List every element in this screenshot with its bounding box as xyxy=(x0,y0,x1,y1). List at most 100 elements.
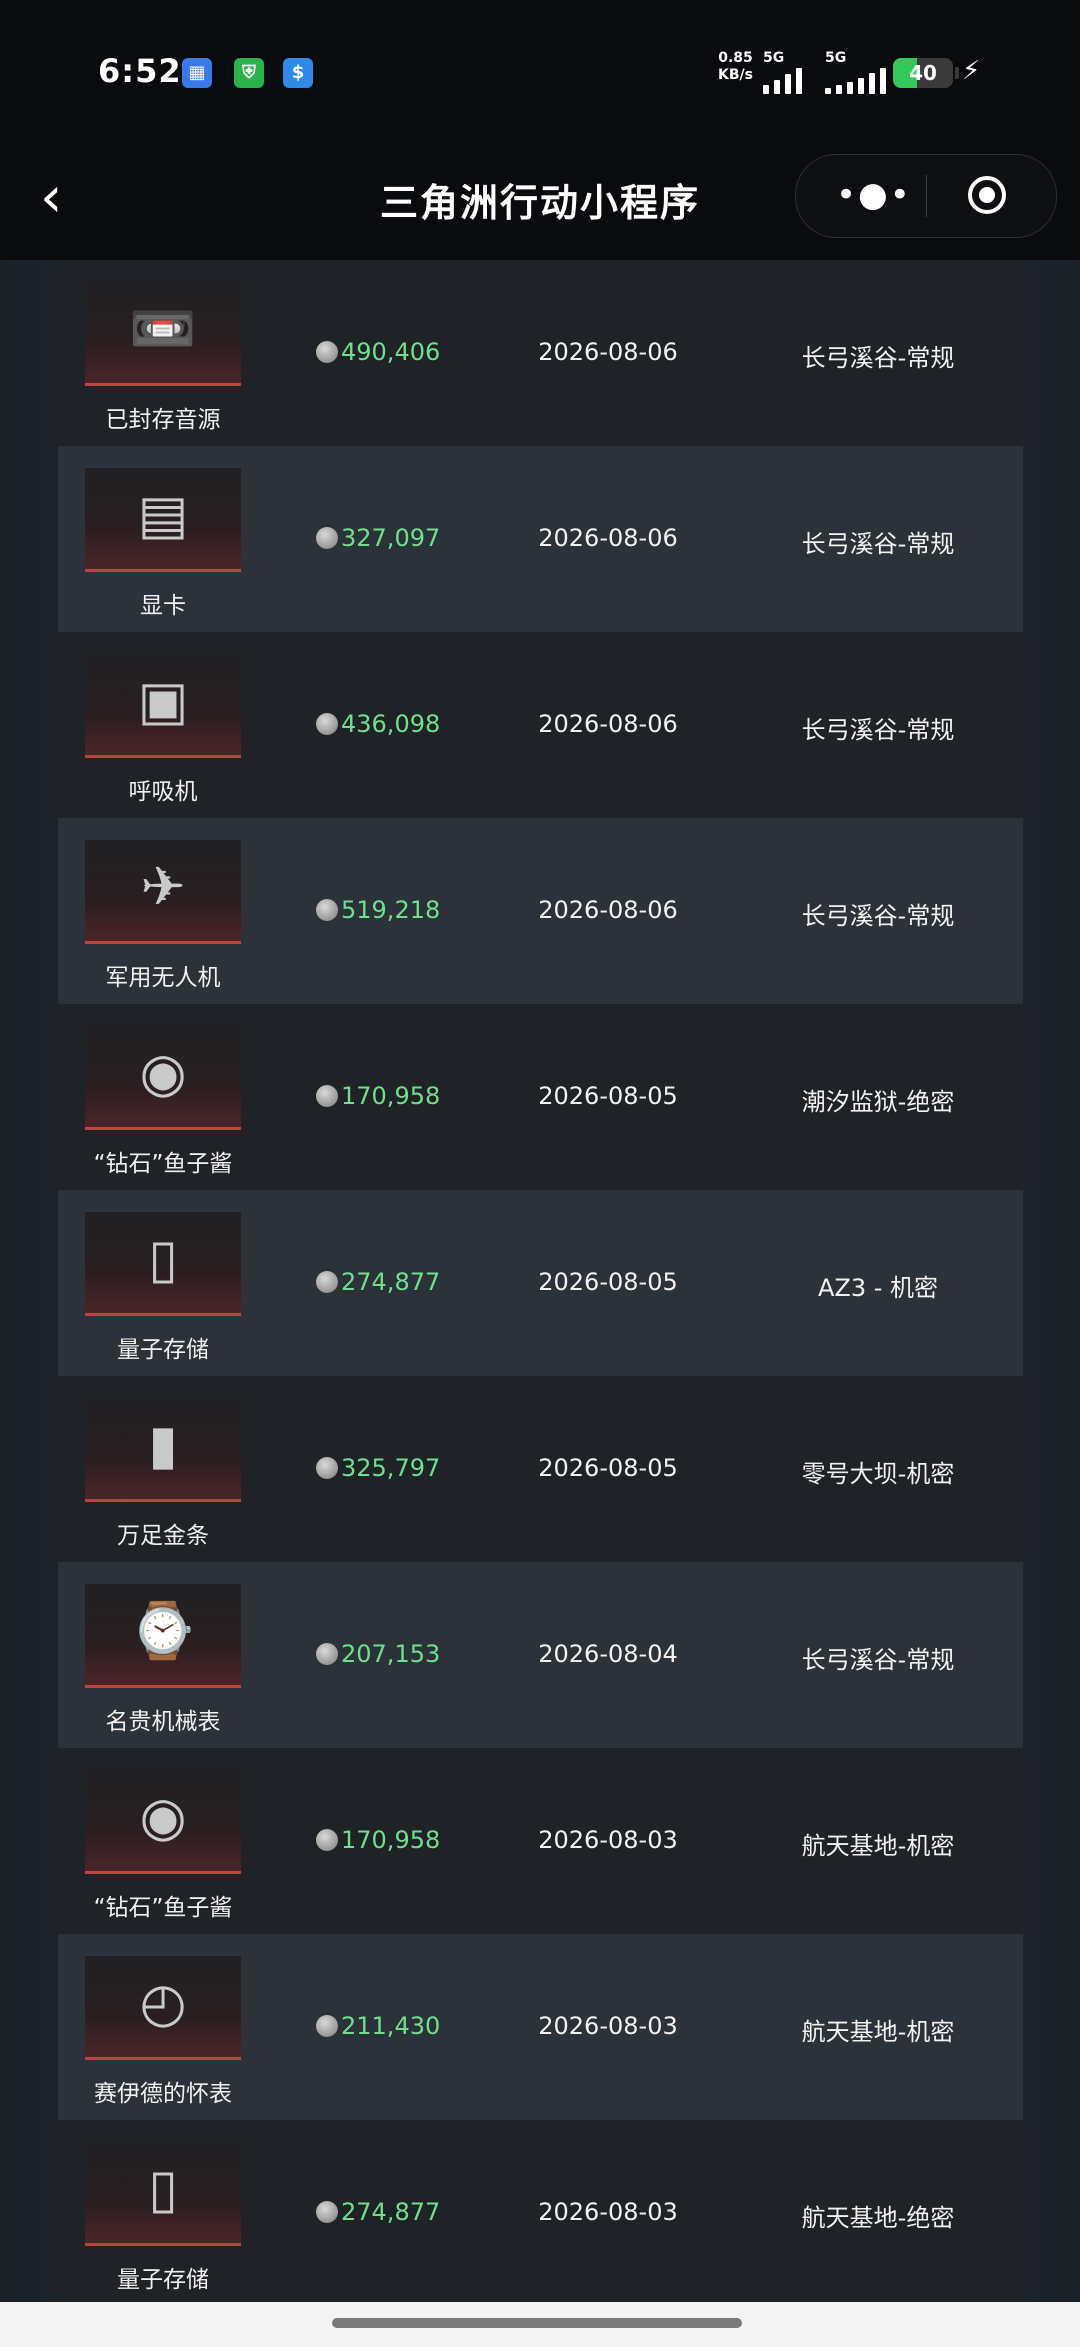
item-name: 万足金条 xyxy=(117,1523,209,1549)
network-speed-value: 0.85 xyxy=(718,50,753,66)
item-thumbnail: ⌚ xyxy=(85,1584,241,1688)
item-thumbnail: 📼 xyxy=(85,282,241,386)
coin-icon xyxy=(316,899,338,921)
item-name: 呼吸机 xyxy=(128,779,198,805)
shield-notification-icon: ⛨ xyxy=(234,58,264,88)
item-price: 325,797 xyxy=(316,1454,440,1482)
record-date: 2026-08-03 xyxy=(538,1826,678,1854)
item-thumbnail: ◴ xyxy=(85,1956,241,2060)
record-row[interactable]: ▤ 显卡 327,097 2026-08-06 长弓溪谷-常规 xyxy=(58,446,1023,632)
record-row[interactable]: ▣ 呼吸机 436,098 2026-08-06 长弓溪谷-常规 xyxy=(58,632,1023,818)
battery-icon: 40 xyxy=(893,58,953,88)
record-date: 2026-08-05 xyxy=(538,1082,678,1110)
record-date: 2026-08-03 xyxy=(538,2012,678,2040)
ventilator-icon: ▣ xyxy=(137,669,189,732)
record-list-container[interactable]: 📼 已封存音源 490,406 2026-08-06 长弓溪谷-常规 ▤ 显卡 327,097… xyxy=(0,260,1080,2302)
record-row[interactable]: ✈ 军用无人机 519,218 2026-08-06 长弓溪谷-常规 xyxy=(58,818,1023,1004)
graphics-card-icon: ▤ xyxy=(137,483,189,546)
record-date: 2026-08-06 xyxy=(538,710,678,738)
record-date: 2026-08-03 xyxy=(538,2198,678,2226)
battery-level: 40 xyxy=(909,61,937,85)
coin-icon xyxy=(316,341,338,363)
item-thumbnail: ▤ xyxy=(85,468,241,572)
item-thumbnail: ▯ xyxy=(85,2142,241,2246)
item-thumbnail: ◉ xyxy=(85,1026,241,1130)
record-row[interactable]: ▮ 万足金条 325,797 2026-08-05 零号大坝-机密 xyxy=(58,1376,1023,1562)
item-name: 量子存储 xyxy=(117,2267,209,2293)
watch-icon: ⌚ xyxy=(129,1599,197,1662)
coin-icon xyxy=(316,1457,338,1479)
gold-bar-icon: ▮ xyxy=(148,1413,178,1476)
usb-drive-icon: ▯ xyxy=(148,2157,178,2220)
item-price: 211,430 xyxy=(316,2012,440,2040)
item-price-value: 327,097 xyxy=(341,524,441,552)
item-price: 327,097 xyxy=(316,524,440,552)
record-map: 长弓溪谷-常规 xyxy=(801,716,955,744)
signal-sim2-label: 5G xyxy=(825,50,847,66)
record-map: 航天基地-机密 xyxy=(801,1832,955,1860)
record-row[interactable]: ⌚ 名贵机械表 207,153 2026-08-04 长弓溪谷-常规 xyxy=(58,1562,1023,1748)
pocket-watch-icon: ◴ xyxy=(139,1971,187,2034)
item-name: “钻石”鱼子酱 xyxy=(93,1151,233,1177)
item-name: 军用无人机 xyxy=(105,965,221,991)
charging-bolt-icon: ⚡ xyxy=(962,56,981,86)
item-price: 274,877 xyxy=(316,2198,440,2226)
item-price: 490,406 xyxy=(316,338,440,366)
item-price-value: 490,406 xyxy=(341,338,441,366)
item-price: 170,958 xyxy=(316,1826,440,1854)
record-row[interactable]: 📼 已封存音源 490,406 2026-08-06 长弓溪谷-常规 xyxy=(58,260,1023,446)
item-name: 赛伊德的怀表 xyxy=(94,2081,232,2107)
item-name: 名贵机械表 xyxy=(105,1709,221,1735)
record-row[interactable]: ◴ 赛伊德的怀表 211,430 2026-08-03 航天基地-机密 xyxy=(58,1934,1023,2120)
item-thumbnail: ◉ xyxy=(85,1770,241,1874)
record-map: 长弓溪谷-常规 xyxy=(801,344,955,372)
dollar-notification-icon: $ xyxy=(283,58,313,88)
record-date: 2026-08-06 xyxy=(538,338,678,366)
record-row[interactable]: ▯ 量子存储 274,877 2026-08-05 AZ3 - 机密 xyxy=(58,1190,1023,1376)
record-map: 航天基地-机密 xyxy=(801,2018,955,2046)
network-speed: 0.85 KB/s xyxy=(718,50,753,84)
coin-icon xyxy=(316,1829,338,1851)
record-date: 2026-08-06 xyxy=(538,524,678,552)
coin-icon xyxy=(316,1085,338,1107)
item-price-value: 325,797 xyxy=(341,1454,441,1482)
item-price: 519,218 xyxy=(316,896,440,924)
record-row[interactable]: ▯ 量子存储 274,877 2026-08-03 航天基地-绝密 xyxy=(58,2120,1023,2302)
record-row[interactable]: ◉ “钻石”鱼子酱 170,958 2026-08-05 潮汐监狱-绝密 xyxy=(58,1004,1023,1190)
item-thumbnail: ▯ xyxy=(85,1212,241,1316)
mini-program-capsule: •●• xyxy=(795,154,1057,238)
item-thumbnail: ▮ xyxy=(85,1398,241,1502)
target-circle-icon[interactable] xyxy=(968,176,1006,214)
record-date: 2026-08-04 xyxy=(538,1640,678,1668)
record-list: 📼 已封存音源 490,406 2026-08-06 长弓溪谷-常规 ▤ 显卡 327,097… xyxy=(58,260,1023,2302)
coin-icon xyxy=(316,527,338,549)
item-price: 170,958 xyxy=(316,1082,440,1110)
record-map: 长弓溪谷-常规 xyxy=(801,902,955,930)
item-price-value: 519,218 xyxy=(341,896,441,924)
item-price: 436,098 xyxy=(316,710,440,738)
coin-icon xyxy=(316,713,338,735)
item-price-value: 207,153 xyxy=(341,1640,441,1668)
coin-icon xyxy=(316,1271,338,1293)
record-map: 长弓溪谷-常规 xyxy=(801,1646,955,1674)
drone-icon: ✈ xyxy=(140,855,186,918)
record-date: 2026-08-05 xyxy=(538,1454,678,1482)
more-dots-icon[interactable]: •●• xyxy=(836,175,912,215)
signal-sim1-label: 5G xyxy=(763,50,785,66)
item-price-value: 211,430 xyxy=(341,2012,441,2040)
reel-recorder-icon: 📼 xyxy=(129,297,197,360)
home-indicator-area xyxy=(0,2302,1080,2347)
record-map: 潮汐监狱-绝密 xyxy=(801,1088,955,1116)
home-indicator[interactable] xyxy=(332,2318,742,2328)
item-name: 已封存音源 xyxy=(105,407,221,433)
coin-icon xyxy=(316,2015,338,2037)
capsule-divider xyxy=(926,175,927,217)
app-notification-icon: ▦ xyxy=(182,58,212,88)
item-price-value: 274,877 xyxy=(341,1268,441,1296)
record-date: 2026-08-06 xyxy=(538,896,678,924)
item-name: “钻石”鱼子酱 xyxy=(93,1895,233,1921)
title-bar: ‹ 三角洲行动小程序 •●• xyxy=(0,150,1080,260)
item-price-value: 274,877 xyxy=(341,2198,441,2226)
record-row[interactable]: ◉ “钻石”鱼子酱 170,958 2026-08-03 航天基地-机密 xyxy=(58,1748,1023,1934)
item-name: 量子存储 xyxy=(117,1337,209,1363)
